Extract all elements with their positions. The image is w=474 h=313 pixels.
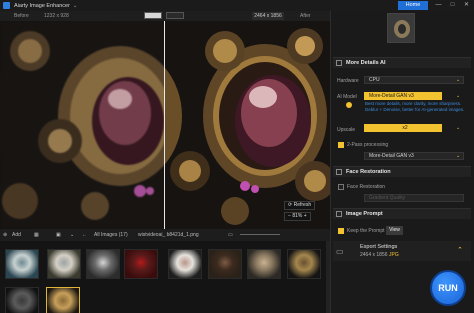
run-button[interactable]: RUN xyxy=(430,270,466,306)
image-viewer[interactable]: ⟳ Refresh − 81% + xyxy=(0,21,330,229)
export-settings[interactable]: ▭ Export Settings 2464 x 1856 JPG ⌃ xyxy=(333,241,471,261)
thumbnail-jewelry-necklace[interactable] xyxy=(287,249,321,279)
chevron-down-icon: ⌄ xyxy=(456,153,461,159)
thumbnail-beach-boats[interactable] xyxy=(5,249,39,279)
refresh-label: Refresh xyxy=(293,202,312,208)
thumbnail-jewelry-selected[interactable] xyxy=(46,287,80,313)
after-size: 2464 x 1856 xyxy=(252,12,284,20)
export-format: JPG xyxy=(389,252,399,258)
image-prompt-section-header[interactable]: Image Prompt xyxy=(333,208,471,219)
chevron-down-icon: ⌄ xyxy=(456,77,461,83)
face-restoration-title: Face Restoration xyxy=(346,169,391,175)
export-title: Export Settings xyxy=(360,244,398,250)
add-button[interactable]: Add xyxy=(12,232,21,238)
face-restoration-label: Face Restoration xyxy=(347,184,386,190)
app-logo-icon xyxy=(3,2,10,9)
grid-view-icon[interactable]: ▦ xyxy=(34,232,39,238)
app-title: Aiarty Image Enhancer xyxy=(14,2,70,9)
app-window: Aiarty Image Enhancer ⌄ Home — □ ✕ Befor… xyxy=(0,0,474,313)
view-prompt-button[interactable]: View xyxy=(386,226,403,235)
more-details-section-header[interactable]: More Details AI xyxy=(333,57,471,68)
keep-prompt-checkbox[interactable] xyxy=(338,228,344,234)
upscale-dropdown[interactable]: x2 xyxy=(364,124,442,132)
keep-prompt-label: Keep the Prompt xyxy=(347,228,385,234)
image-prompt-title: Image Prompt xyxy=(346,211,383,217)
info-icon[interactable] xyxy=(346,102,352,108)
after-label: After xyxy=(300,13,311,19)
image-prompt-icon xyxy=(336,211,342,217)
filmstrip xyxy=(0,241,330,313)
ai-model-dropdown[interactable]: More-Detail GAN v3 xyxy=(364,92,442,100)
face-restoration-icon xyxy=(336,169,342,175)
zoom-plus-button[interactable]: + xyxy=(304,213,307,219)
face-restoration-section-header[interactable]: Face Restoration xyxy=(333,166,471,177)
thumbnail-white-car[interactable] xyxy=(86,249,120,279)
thumbnail-blonde-woman[interactable] xyxy=(247,249,281,279)
title-bar: Aiarty Image Enhancer ⌄ Home — □ ✕ xyxy=(0,0,474,11)
back-arrow-icon[interactable]: ← xyxy=(82,232,87,238)
hardware-dropdown[interactable]: CPU xyxy=(364,76,464,84)
before-label: Before xyxy=(14,13,29,19)
thumbnail-woman-portrait[interactable] xyxy=(168,249,202,279)
chevron-down-icon[interactable]: ⌄ xyxy=(70,232,74,238)
image-icon: ▣ xyxy=(56,232,61,238)
current-file-name: wistvideoai_ b8421d_1.png xyxy=(138,232,199,238)
export-icon: ▭ xyxy=(336,247,344,256)
after-image xyxy=(165,21,330,229)
minimize-button[interactable]: — xyxy=(432,0,445,11)
zoom-minus-button[interactable]: − xyxy=(288,213,291,219)
refresh-button[interactable]: ⟳ Refresh xyxy=(284,201,316,210)
thumbnail-man-portrait[interactable] xyxy=(208,249,242,279)
two-pass-checkbox[interactable] xyxy=(338,142,344,148)
thumbnail-size-slider[interactable] xyxy=(240,234,280,235)
add-icon[interactable]: ⊕ xyxy=(3,232,7,238)
chevron-down-icon: ⌄ xyxy=(456,125,461,131)
export-size: 2464 x 1856 xyxy=(360,252,388,258)
ai-model-hint: Best more details, more clarity, more sh… xyxy=(365,101,465,112)
close-button[interactable]: ✕ xyxy=(460,0,473,11)
two-pass-model-dropdown[interactable]: More-Detail GAN v3 xyxy=(364,152,464,160)
filmstrip-toolbar: ⊕ Add ▦ ▣ ⌄ ← All Images (17) wistvideoa… xyxy=(0,229,330,241)
face-restoration-checkbox[interactable] xyxy=(338,184,344,190)
home-button[interactable]: Home xyxy=(398,1,428,10)
hardware-label: Hardware xyxy=(337,78,359,84)
side-by-side-toggle[interactable] xyxy=(166,12,184,19)
compare-divider-handle[interactable] xyxy=(164,21,165,229)
more-details-icon xyxy=(336,60,342,66)
more-details-title: More Details AI xyxy=(346,60,386,66)
split-view-toggle[interactable] xyxy=(144,12,162,19)
thumbnail-red-car[interactable] xyxy=(124,249,158,279)
thumbnail-dark-portrait[interactable] xyxy=(5,287,39,313)
thumbnail-girl-beach[interactable] xyxy=(47,249,81,279)
upscale-label: Upscale xyxy=(337,127,356,133)
two-pass-label: 2-Pass processing xyxy=(347,142,389,148)
all-images-dropdown[interactable]: All Images (17) xyxy=(94,232,128,238)
preview-thumbnail xyxy=(387,13,415,43)
thumbnail-size-icon: ▭ xyxy=(228,232,233,238)
face-model-dropdown[interactable]: Gradient Quality xyxy=(364,194,464,202)
maximize-button[interactable]: □ xyxy=(446,0,459,11)
before-image xyxy=(0,21,165,229)
zoom-level: 81% xyxy=(292,213,303,219)
chevron-up-icon[interactable]: ⌃ xyxy=(457,246,463,254)
chevron-down-icon[interactable]: ⌄ xyxy=(73,3,77,9)
ai-model-label: AI Model xyxy=(337,94,357,100)
chevron-down-icon: ⌄ xyxy=(456,93,461,99)
before-size: 1232 x 928 xyxy=(44,13,69,19)
comparison-toolbar: Before 1232 x 928 2464 x 1856 After xyxy=(0,11,330,21)
zoom-control[interactable]: − 81% + xyxy=(284,212,311,221)
